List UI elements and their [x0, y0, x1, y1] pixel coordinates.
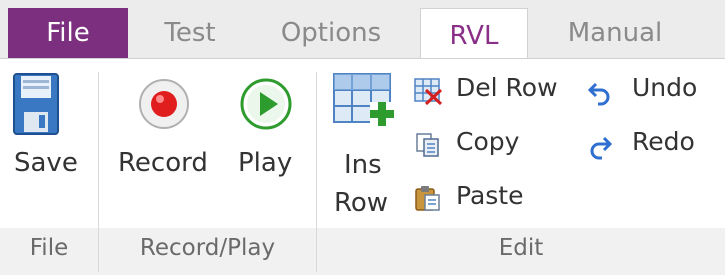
play-label: Play [238, 148, 293, 178]
floppy-disk-icon [13, 73, 59, 135]
record-button[interactable]: Record [112, 66, 222, 216]
ins-row-label-line2: Row [334, 188, 389, 218]
copy-label: Copy [456, 127, 520, 156]
insert-row-icon [333, 73, 394, 126]
paste-icon [415, 186, 440, 211]
paste-button[interactable]: Paste [410, 180, 540, 218]
paste-label: Paste [456, 181, 524, 210]
del-row-label: Del Row [456, 73, 558, 102]
tab-options[interactable]: Options [256, 8, 406, 58]
tab-manual[interactable]: Manual [530, 8, 700, 58]
del-row-button[interactable]: Del Row [410, 72, 580, 110]
record-icon [139, 79, 189, 129]
redo-icon [590, 136, 613, 160]
save-button[interactable]: Save [4, 66, 88, 216]
copy-icon [416, 133, 439, 157]
undo-button[interactable]: Undo [584, 72, 714, 110]
redo-label: Redo [632, 127, 695, 156]
tab-rvl[interactable]: RVL [420, 8, 528, 62]
group-label-record-play: Record/Play [139, 235, 276, 261]
ins-row-button[interactable]: Ins Row [326, 66, 402, 220]
ins-row-label-line1: Ins [344, 150, 382, 180]
tab-test[interactable]: Test [140, 8, 240, 58]
tab-file[interactable]: File [8, 8, 128, 58]
copy-button[interactable]: Copy [410, 126, 540, 164]
redo-button[interactable]: Redo [584, 126, 714, 164]
group-label-file: File [29, 235, 69, 261]
delete-row-icon [414, 78, 442, 105]
undo-label: Undo [632, 73, 698, 102]
record-label: Record [118, 148, 208, 178]
group-label-edit: Edit [498, 235, 544, 261]
play-icon [240, 78, 292, 130]
save-label: Save [14, 148, 78, 178]
play-button[interactable]: Play [228, 66, 304, 216]
undo-icon [587, 82, 610, 106]
